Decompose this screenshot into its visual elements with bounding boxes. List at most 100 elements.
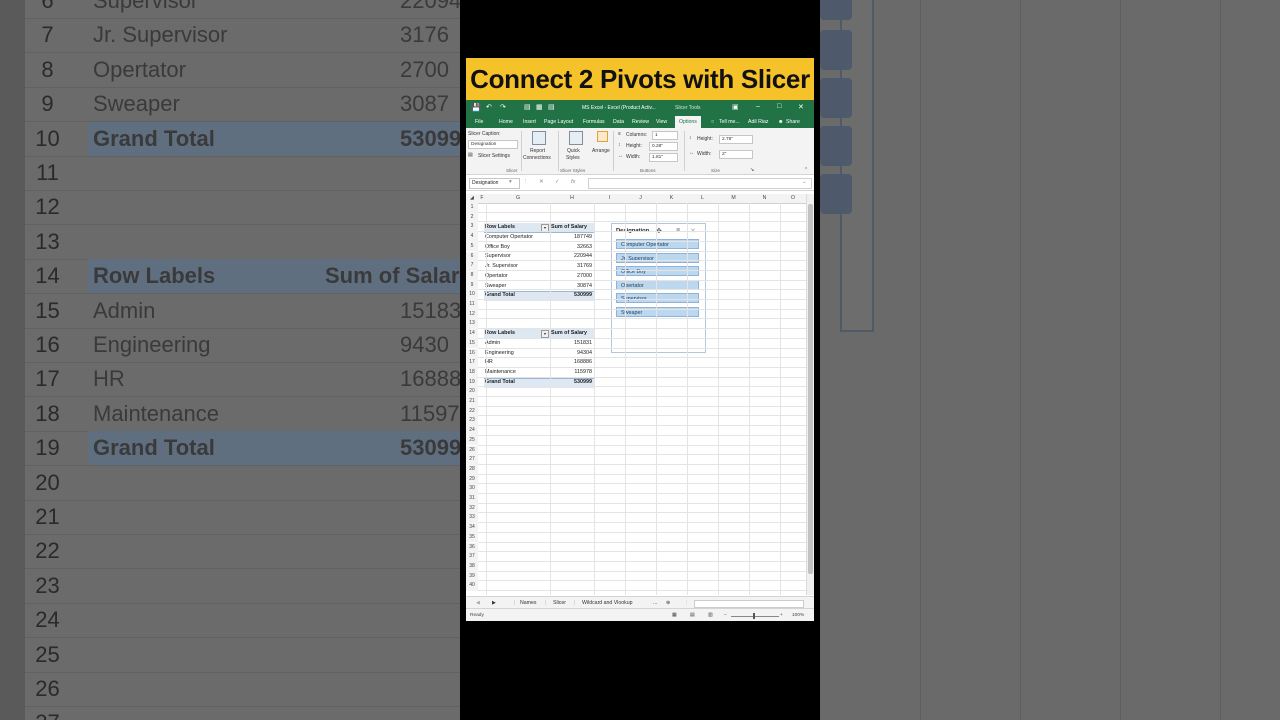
vertical-scrollbar[interactable] <box>806 194 814 595</box>
tab-splitter-icon[interactable]: ⋮ <box>684 600 689 606</box>
pivot2-filter-dropdown[interactable]: ▾ <box>541 330 549 338</box>
row-header[interactable]: 20 <box>466 387 478 397</box>
column-header-k[interactable]: K <box>656 195 687 201</box>
maximize-icon[interactable]: □ <box>777 103 781 110</box>
horizontal-scrollbar[interactable] <box>694 600 804 608</box>
tab-formulas[interactable]: Formulas <box>583 119 605 125</box>
redo-icon[interactable]: ↷ <box>500 103 506 111</box>
row-header[interactable]: 21 <box>466 397 478 407</box>
row-header[interactable]: 12 <box>466 309 478 320</box>
row-header[interactable]: 18 <box>466 367 478 378</box>
tab-options[interactable]: Options <box>675 116 701 128</box>
report-connections-label-2[interactable]: Connections <box>523 155 551 161</box>
row-header[interactable]: 19 <box>466 377 478 388</box>
button-width-input[interactable]: 1.81" <box>649 153 678 162</box>
row-header[interactable]: 6 <box>466 251 478 262</box>
column-header-j[interactable]: J <box>625 195 656 201</box>
add-sheet-icon[interactable]: ⊕ <box>666 600 670 606</box>
row-header[interactable]: 22 <box>466 406 478 417</box>
formula-input[interactable] <box>588 178 812 189</box>
row-header[interactable]: 17 <box>466 358 478 368</box>
row-header[interactable]: 14 <box>466 329 478 339</box>
row-header[interactable]: 25 <box>466 435 478 446</box>
row-header[interactable]: 11 <box>466 300 478 310</box>
columns-input[interactable]: 1 <box>652 131 678 140</box>
row-header[interactable]: 37 <box>466 552 478 562</box>
tab-file[interactable]: File <box>475 119 483 125</box>
quick-styles-label-2[interactable]: Styles <box>566 155 580 161</box>
column-header-o[interactable]: O <box>780 195 806 201</box>
zoom-slider[interactable] <box>731 616 779 617</box>
row-header[interactable]: 29 <box>466 474 478 485</box>
row-header[interactable]: 39 <box>466 571 478 582</box>
column-header-f[interactable]: F <box>478 195 486 201</box>
row-header[interactable]: 7 <box>466 261 478 271</box>
row-header[interactable]: 34 <box>466 523 478 533</box>
arrange-button[interactable]: Arrange <box>592 148 610 154</box>
report-connections-icon[interactable] <box>532 131 546 145</box>
sheet-tab-wildcard-vlookup[interactable]: Wildcard and Vlookup <box>582 600 632 606</box>
row-header[interactable]: 10 <box>466 290 478 300</box>
toolbar-icon[interactable]: ▤ <box>548 103 555 111</box>
insert-function-icon[interactable]: fx <box>571 179 575 185</box>
enter-icon[interactable]: ✓ <box>555 179 560 185</box>
row-header[interactable]: 33 <box>466 513 478 524</box>
zoom-out-icon[interactable]: – <box>724 613 727 618</box>
button-height-input[interactable]: 0.28" <box>649 142 678 151</box>
tab-view[interactable]: View <box>656 119 667 125</box>
quick-styles-label-1[interactable]: Quick <box>567 148 580 154</box>
zoom-level[interactable]: 100% <box>792 613 804 618</box>
tab-insert[interactable]: Insert <box>523 119 536 125</box>
column-header-h[interactable]: H <box>550 195 594 201</box>
collapse-ribbon-icon[interactable]: ⌃ <box>804 167 808 173</box>
ribbon-display-icon[interactable]: ▣ <box>732 103 739 111</box>
row-header[interactable]: 36 <box>466 542 478 553</box>
tab-home[interactable]: Home <box>499 119 513 125</box>
row-header[interactable]: 9 <box>466 280 478 291</box>
scroll-right-icon[interactable]: ▶ <box>492 600 496 606</box>
size-height-input[interactable]: 2.76" <box>719 135 753 144</box>
sheet-tab-names[interactable]: Names <box>520 600 536 606</box>
row-header[interactable]: 8 <box>466 270 478 281</box>
slicer-settings-icon[interactable]: ▤ <box>468 152 473 158</box>
column-header-m[interactable]: M <box>718 195 749 201</box>
row-header[interactable]: 16 <box>466 348 478 359</box>
sheet-tab-more[interactable]: ... <box>653 600 657 606</box>
chevron-down-icon[interactable]: ▾ <box>509 179 512 185</box>
scroll-left-icon[interactable]: ◀ <box>476 600 480 606</box>
worksheet-grid[interactable]: Row Labels ▾ Sum of Salary Computer Oper… <box>466 203 806 595</box>
toolbar-icon[interactable]: ▤ <box>524 103 531 111</box>
arrange-icon[interactable] <box>597 131 608 142</box>
row-header[interactable]: 30 <box>466 484 478 494</box>
row-header[interactable]: 23 <box>466 416 478 427</box>
row-header[interactable]: 4 <box>466 232 478 242</box>
row-header[interactable]: 27 <box>466 455 478 465</box>
column-header-g[interactable]: G <box>486 195 550 201</box>
column-header-n[interactable]: N <box>749 195 780 201</box>
row-header[interactable]: 15 <box>466 338 478 349</box>
row-header[interactable]: 32 <box>466 503 478 514</box>
tell-me-box[interactable]: Tell me... <box>719 119 740 125</box>
page-layout-view-icon[interactable]: ▤ <box>690 613 695 618</box>
tab-review[interactable]: Review <box>632 119 649 125</box>
size-width-input[interactable]: 2" <box>719 150 753 159</box>
row-header[interactable]: 31 <box>466 494 478 504</box>
row-header[interactable]: 13 <box>466 319 478 330</box>
slicer-settings-button[interactable]: Slicer Settings <box>478 153 510 159</box>
vertical-scroll-thumb[interactable] <box>808 204 813 574</box>
slicer-caption-input[interactable]: Designation <box>468 140 518 149</box>
zoom-in-icon[interactable]: + <box>780 613 783 618</box>
zoom-slider-thumb[interactable] <box>753 613 755 619</box>
undo-icon[interactable]: ↶ <box>486 103 492 111</box>
normal-view-icon[interactable]: ▦ <box>672 613 677 618</box>
share-button[interactable]: Share <box>786 119 800 125</box>
close-icon[interactable]: ✕ <box>798 103 804 111</box>
column-header-i[interactable]: I <box>594 195 625 201</box>
sheet-tab-slicer[interactable]: Slicer <box>553 600 566 606</box>
row-header[interactable]: 1 <box>466 203 478 213</box>
tab-data[interactable]: Data <box>613 119 624 125</box>
save-icon[interactable]: 💾 <box>471 103 481 112</box>
user-name[interactable]: Adil Riaz <box>748 119 768 125</box>
toolbar-icon[interactable]: ▦ <box>536 103 543 111</box>
row-header[interactable]: 5 <box>466 241 478 252</box>
